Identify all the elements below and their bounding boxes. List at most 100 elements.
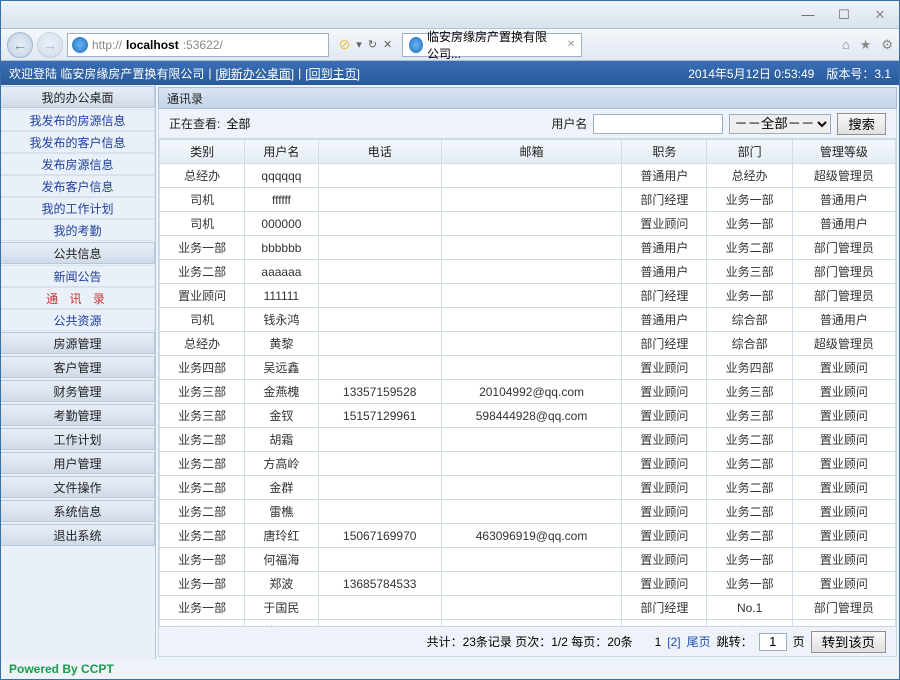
sidebar-item[interactable]: 发布房源信息 <box>1 153 155 175</box>
sidebar-item[interactable]: 我的考勤 <box>1 219 155 241</box>
minimize-button[interactable]: — <box>795 6 821 24</box>
home-icon[interactable]: ⌂ <box>842 37 850 53</box>
table-cell <box>318 356 441 380</box>
table-cell: 463096919@qq.com <box>441 524 621 548</box>
table-row[interactable]: 司机钱永鸿普通用户综合部普通用户 <box>160 308 896 332</box>
table-row[interactable]: 业务二部雷樵置业顾问业务二部置业顾问 <box>160 500 896 524</box>
jump-input[interactable] <box>759 633 787 651</box>
table-cell: 业务一部 <box>707 572 792 596</box>
sidebar-item[interactable]: 发布客户信息 <box>1 175 155 197</box>
sidebar-header[interactable]: 房源管理 <box>1 332 155 354</box>
sidebar-header[interactable]: 工作计划 <box>1 428 155 450</box>
table-cell: 钱永鸿 <box>245 308 318 332</box>
compat-icon[interactable]: ⊘ <box>339 36 351 53</box>
table-row[interactable]: 业务三部金钗15157129961598444928@qq.com置业顾问业务三… <box>160 404 896 428</box>
table-cell <box>441 572 621 596</box>
sidebar-header[interactable]: 文件操作 <box>1 476 155 498</box>
sidebar-header[interactable]: 公共信息 <box>1 242 155 264</box>
sidebar-header[interactable]: 客户管理 <box>1 356 155 378</box>
table-row[interactable]: 业务一部郑波13685784533置业顾问业务一部置业顾问 <box>160 572 896 596</box>
pager-summary: 共计：23条记录 页次：1/2 每页：20条 <box>427 633 633 650</box>
table-row[interactable]: 业务一部何福海置业顾问业务一部置业顾问 <box>160 548 896 572</box>
table-row[interactable]: 业务一部于国民部门经理No.1部门管理员 <box>160 596 896 620</box>
table-row[interactable]: 总经办黄黎部门经理综合部超级管理员 <box>160 332 896 356</box>
sidebar-item[interactable]: 我的工作计划 <box>1 197 155 219</box>
sidebar-header[interactable]: 我的办公桌面 <box>1 86 155 108</box>
back-button[interactable]: ← <box>7 32 33 58</box>
table-cell: 业务一部 <box>160 236 245 260</box>
sidebar-header[interactable]: 退出系统 <box>1 524 155 546</box>
page-2-link[interactable]: [2] <box>667 635 680 649</box>
page-1: 1 <box>655 635 662 649</box>
tab-title: 临安房缘房产置换有限公司... <box>427 28 559 62</box>
last-page-link[interactable]: 尾页 <box>687 633 711 650</box>
table-cell: 置业顾问 <box>792 620 895 628</box>
table-cell: 普通用户 <box>792 308 895 332</box>
table-row[interactable]: 业务二部金群置业顾问业务二部置业顾问 <box>160 476 896 500</box>
table-cell: 郑波 <box>245 572 318 596</box>
home-link[interactable]: [回到主页] <box>305 65 360 82</box>
table-cell: 金燕槐 <box>245 380 318 404</box>
browser-tab[interactable]: 临安房缘房产置换有限公司... ✕ <box>402 33 582 57</box>
stop-icon[interactable]: ✕ <box>383 38 392 51</box>
address-bar[interactable]: http://localhost:53622/ <box>67 33 329 57</box>
dropdown-icon[interactable]: ▾ <box>356 38 362 51</box>
table-cell: 置业顾问 <box>622 452 707 476</box>
sidebar-header[interactable]: 考勤管理 <box>1 404 155 426</box>
forward-button[interactable]: → <box>37 32 63 58</box>
sidebar-item[interactable]: 通 讯 录 <box>1 287 155 309</box>
table-row[interactable]: 业务二部aaaaaa普通用户业务三部部门管理员 <box>160 260 896 284</box>
table-cell <box>441 596 621 620</box>
sidebar-item[interactable]: 新闻公告 <box>1 265 155 287</box>
table-row[interactable]: 总经办qqqqqq普通用户总经办超级管理员 <box>160 164 896 188</box>
table-cell: bbbbbb <box>245 236 318 260</box>
table-cell: 吴远鑫 <box>245 356 318 380</box>
settings-icon[interactable]: ⚙ <box>881 37 893 53</box>
sidebar-item[interactable]: 公共资源 <box>1 309 155 331</box>
tab-close-icon[interactable]: ✕ <box>567 39 575 50</box>
username-input[interactable] <box>593 114 723 134</box>
department-select[interactable]: －－全部－－ <box>729 114 831 134</box>
table-row[interactable]: 司机ffffff部门经理业务一部普通用户 <box>160 188 896 212</box>
close-button[interactable]: ✕ <box>867 6 893 24</box>
table-row[interactable]: 业务一部bbbbbb普通用户业务二部部门管理员 <box>160 236 896 260</box>
table-cell: 蓝红亚 <box>245 620 318 628</box>
sidebar-item[interactable]: 我发布的房源信息 <box>1 109 155 131</box>
table-cell: 000000 <box>245 212 318 236</box>
column-header: 邮箱 <box>441 140 621 164</box>
filter-bar: 正在查看: 全部 用户名 －－全部－－ 搜索 <box>158 109 897 139</box>
sidebar-header[interactable]: 财务管理 <box>1 380 155 402</box>
table-cell: 置业顾问 <box>792 428 895 452</box>
table-container: 类别用户名电话邮箱职务部门管理等级 总经办qqqqqq普通用户总经办超级管理员司… <box>158 139 897 627</box>
table-cell: 总经办 <box>160 332 245 356</box>
app-banner: 欢迎登陆 临安房缘房产置换有限公司 | [刷新办公桌面] | [回到主页] 20… <box>1 61 899 85</box>
table-row[interactable]: 业务二部胡霜置业顾问业务二部置业顾问 <box>160 428 896 452</box>
table-cell <box>441 428 621 452</box>
column-header: 管理等级 <box>792 140 895 164</box>
jump-label: 跳转： <box>717 633 753 650</box>
sidebar-header[interactable]: 用户管理 <box>1 452 155 474</box>
sidebar-header[interactable]: 系统信息 <box>1 500 155 522</box>
table-row[interactable]: 业务四部吴远鑫置业顾问业务四部置业顾问 <box>160 356 896 380</box>
table-row[interactable]: 置业顾问111111部门经理业务一部部门管理员 <box>160 284 896 308</box>
search-button[interactable]: 搜索 <box>837 113 886 135</box>
content-area: 我的办公桌面我发布的房源信息我发布的客户信息发布房源信息发布客户信息我的工作计划… <box>1 85 899 659</box>
table-row[interactable]: 业务二部方高岭置业顾问业务二部置业顾问 <box>160 452 896 476</box>
table-row[interactable]: 司机000000置业顾问业务一部普通用户 <box>160 212 896 236</box>
column-header: 用户名 <box>245 140 318 164</box>
table-cell: 业务二部 <box>160 500 245 524</box>
table-cell: 598444928@qq.com <box>441 404 621 428</box>
table-cell <box>441 452 621 476</box>
table-cell: 置业顾问 <box>792 500 895 524</box>
table-cell: 置业顾问 <box>792 452 895 476</box>
go-page-button[interactable]: 转到该页 <box>811 631 886 653</box>
table-row[interactable]: 业务一部蓝红亚置业顾问业务一部置业顾问 <box>160 620 896 628</box>
refresh-desktop-link[interactable]: [刷新办公桌面] <box>215 65 294 82</box>
favorites-icon[interactable]: ★ <box>860 37 872 53</box>
refresh-icon[interactable]: ↻ <box>368 38 377 51</box>
maximize-button[interactable]: ☐ <box>831 6 857 24</box>
table-row[interactable]: 业务二部唐玲红15067169970463096919@qq.com置业顾问业务… <box>160 524 896 548</box>
sidebar-item[interactable]: 我发布的客户信息 <box>1 131 155 153</box>
table-cell: 置业顾问 <box>792 476 895 500</box>
table-row[interactable]: 业务三部金燕槐1335715952820104992@qq.com置业顾问业务三… <box>160 380 896 404</box>
